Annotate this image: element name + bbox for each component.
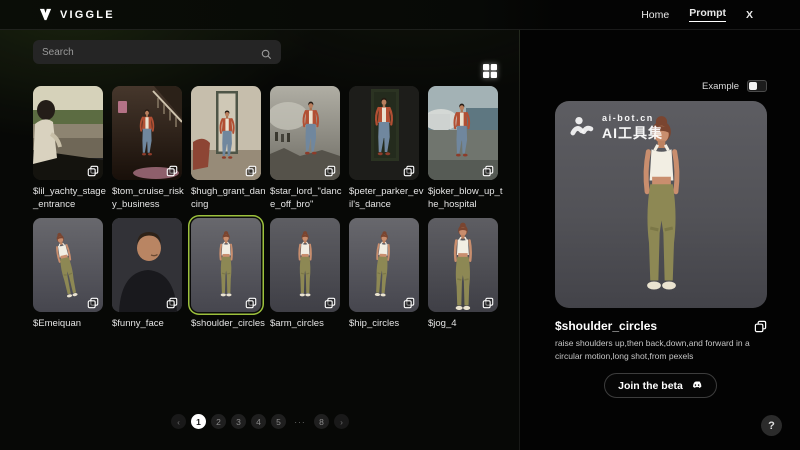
template-gallery-panel: $lil_yachty_stage_entrance $tom_cruise_r… (0, 30, 520, 450)
copy-icon[interactable] (403, 296, 415, 308)
grid-view-icon[interactable] (482, 63, 498, 79)
template-name: $funny_face (112, 318, 188, 331)
template-card-selected: $shoulder_circles (191, 218, 261, 331)
topbar: VIGGLE Home Prompt X (0, 0, 800, 30)
template-thumbnail[interactable] (270, 86, 340, 180)
detail-title-row: $shoulder_circles (555, 319, 767, 333)
example-toggle-row: Example (702, 80, 767, 92)
copy-icon[interactable] (245, 296, 257, 308)
page-next-button[interactable]: › (334, 414, 349, 429)
copy-icon[interactable] (166, 296, 178, 308)
template-name: $joker_blow_up_the_hospital (428, 186, 504, 211)
template-card: $arm_circles (270, 218, 340, 331)
template-card: $jog_4 (428, 218, 498, 331)
template-thumbnail[interactable] (428, 218, 498, 312)
watermark-cjk: AI工具集 (602, 123, 663, 143)
template-name: $lil_yachty_stage_entrance (33, 186, 109, 211)
page-button-5[interactable]: 5 (271, 414, 286, 429)
watermark: ai-bot.cn AI工具集 (569, 113, 663, 143)
template-name: $shoulder_circles (191, 318, 267, 331)
template-name: $Emeiquan (33, 318, 109, 331)
copy-icon[interactable] (324, 164, 336, 176)
template-name: $peter_parker_evil's_dance (349, 186, 425, 211)
template-card: $hugh_grant_dancing (191, 86, 261, 211)
template-thumbnail[interactable] (33, 218, 103, 312)
template-name: $tom_cruise_risky_business (112, 186, 188, 211)
template-name: $hugh_grant_dancing (191, 186, 267, 211)
join-beta-label: Join the beta (618, 380, 683, 392)
copy-icon[interactable] (245, 164, 257, 176)
page-ellipsis: ··· (291, 414, 309, 429)
brand-name: VIGGLE (60, 9, 115, 21)
nav-prompt[interactable]: Prompt (689, 7, 726, 22)
page-prev-button[interactable]: ‹ (171, 414, 186, 429)
template-name: $arm_circles (270, 318, 346, 331)
help-button[interactable]: ? (761, 415, 782, 436)
copy-icon[interactable] (166, 164, 178, 176)
join-beta-button[interactable]: Join the beta (604, 373, 717, 398)
search-bar (33, 40, 281, 64)
page-button-1[interactable]: 1 (191, 414, 206, 429)
nav-home[interactable]: Home (641, 9, 669, 21)
example-label: Example (702, 81, 739, 92)
nav-x-link[interactable]: X (746, 9, 753, 21)
template-detail-panel: Example ai-bot.cn AI工具集 (521, 30, 800, 450)
example-toggle[interactable] (747, 80, 767, 92)
discord-icon (690, 379, 703, 392)
template-thumbnail[interactable] (270, 218, 340, 312)
copy-icon[interactable] (87, 164, 99, 176)
copy-icon[interactable] (403, 164, 415, 176)
template-card: $Emeiquan (33, 218, 103, 331)
top-navigation: Home Prompt X (641, 7, 753, 22)
pagination: ‹ 1 2 3 4 5 ··· 8 › (0, 414, 520, 429)
template-name: $star_lord_"dance_off_bro" (270, 186, 346, 211)
viggle-app: VIGGLE Home Prompt X (0, 0, 800, 450)
template-thumbnail[interactable] (191, 86, 261, 180)
template-card: $peter_parker_evil's_dance (349, 86, 419, 211)
template-card: $lil_yachty_stage_entrance (33, 86, 103, 211)
viggle-logo-icon (38, 7, 53, 22)
template-thumbnail[interactable] (428, 86, 498, 180)
template-thumbnail[interactable] (112, 218, 182, 312)
copy-icon[interactable] (754, 320, 767, 333)
page-button-2[interactable]: 2 (211, 414, 226, 429)
template-name: $hip_circles (349, 318, 425, 331)
copy-icon[interactable] (324, 296, 336, 308)
template-card: $funny_face (112, 218, 182, 331)
page-button-8[interactable]: 8 (314, 414, 329, 429)
template-thumbnail[interactable] (112, 86, 182, 180)
template-thumbnail[interactable] (33, 86, 103, 180)
search-icon[interactable] (261, 47, 272, 58)
detail-title: $shoulder_circles (555, 319, 657, 333)
preview-card[interactable]: ai-bot.cn AI工具集 (555, 101, 767, 308)
template-card: $joker_blow_up_the_hospital (428, 86, 498, 211)
template-name: $jog_4 (428, 318, 504, 331)
page-button-3[interactable]: 3 (231, 414, 246, 429)
template-thumbnail[interactable] (191, 218, 261, 312)
template-card: $hip_circles (349, 218, 419, 331)
page-button-4[interactable]: 4 (251, 414, 266, 429)
template-card: $star_lord_"dance_off_bro" (270, 86, 340, 211)
search-input[interactable] (42, 47, 261, 58)
copy-icon[interactable] (87, 296, 99, 308)
template-thumbnail[interactable] (349, 86, 419, 180)
join-beta-row: Join the beta (521, 373, 800, 398)
copy-icon[interactable] (482, 164, 494, 176)
detail-description: raise shoulders up,then back,down,and fo… (555, 337, 771, 363)
template-thumbnail[interactable] (349, 218, 419, 312)
copy-icon[interactable] (482, 296, 494, 308)
template-card: $tom_cruise_risky_business (112, 86, 182, 211)
watermark-domain: ai-bot.cn (602, 113, 663, 123)
ai-bot-logo-icon (569, 115, 595, 141)
brand-logo[interactable]: VIGGLE (38, 7, 115, 22)
